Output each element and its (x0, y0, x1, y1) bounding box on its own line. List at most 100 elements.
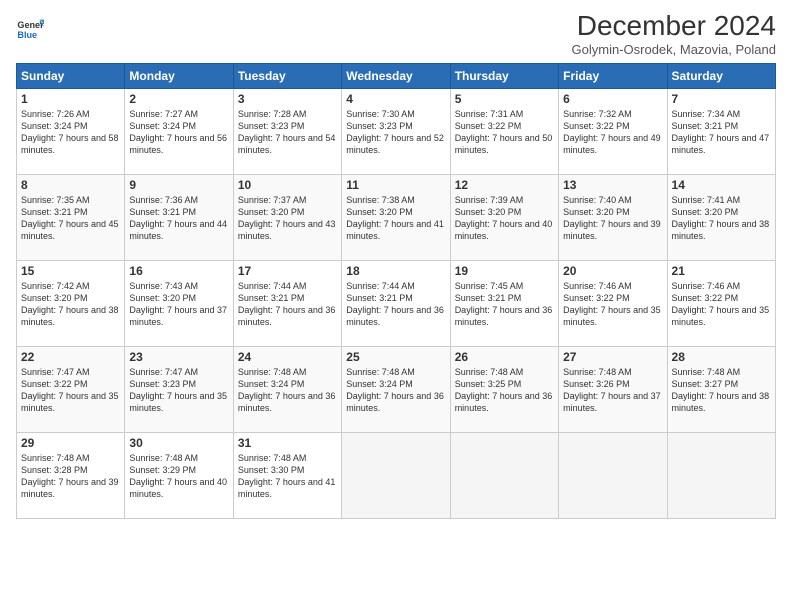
table-row: 14 Sunrise: 7:41 AMSunset: 3:20 PMDaylig… (667, 175, 775, 261)
day-number: 8 (21, 178, 120, 192)
cell-info: Sunrise: 7:40 AMSunset: 3:20 PMDaylight:… (563, 195, 661, 241)
cell-info: Sunrise: 7:46 AMSunset: 3:22 PMDaylight:… (563, 281, 661, 327)
table-row: 29 Sunrise: 7:48 AMSunset: 3:28 PMDaylig… (17, 433, 125, 519)
table-row: 11 Sunrise: 7:38 AMSunset: 3:20 PMDaylig… (342, 175, 450, 261)
calendar-week-1: 1 Sunrise: 7:26 AMSunset: 3:24 PMDayligh… (17, 89, 776, 175)
day-number: 6 (563, 92, 662, 106)
cell-info: Sunrise: 7:27 AMSunset: 3:24 PMDaylight:… (129, 109, 227, 155)
table-row: 9 Sunrise: 7:36 AMSunset: 3:21 PMDayligh… (125, 175, 233, 261)
calendar-week-3: 15 Sunrise: 7:42 AMSunset: 3:20 PMDaylig… (17, 261, 776, 347)
table-row: 4 Sunrise: 7:30 AMSunset: 3:23 PMDayligh… (342, 89, 450, 175)
day-number: 7 (672, 92, 771, 106)
cell-info: Sunrise: 7:45 AMSunset: 3:21 PMDaylight:… (455, 281, 553, 327)
col-friday: Friday (559, 64, 667, 89)
cell-info: Sunrise: 7:36 AMSunset: 3:21 PMDaylight:… (129, 195, 227, 241)
cell-info: Sunrise: 7:47 AMSunset: 3:23 PMDaylight:… (129, 367, 227, 413)
cell-info: Sunrise: 7:48 AMSunset: 3:24 PMDaylight:… (238, 367, 336, 413)
cell-info: Sunrise: 7:48 AMSunset: 3:25 PMDaylight:… (455, 367, 553, 413)
table-row: 24 Sunrise: 7:48 AMSunset: 3:24 PMDaylig… (233, 347, 341, 433)
day-number: 25 (346, 350, 445, 364)
cell-info: Sunrise: 7:44 AMSunset: 3:21 PMDaylight:… (346, 281, 444, 327)
logo-icon: General Blue (16, 14, 44, 42)
day-number: 5 (455, 92, 554, 106)
day-number: 23 (129, 350, 228, 364)
table-row: 20 Sunrise: 7:46 AMSunset: 3:22 PMDaylig… (559, 261, 667, 347)
day-number: 27 (563, 350, 662, 364)
day-number: 9 (129, 178, 228, 192)
cell-info: Sunrise: 7:42 AMSunset: 3:20 PMDaylight:… (21, 281, 119, 327)
subtitle: Golymin-Osrodek, Mazovia, Poland (572, 42, 776, 57)
day-number: 17 (238, 264, 337, 278)
day-number: 30 (129, 436, 228, 450)
day-number: 20 (563, 264, 662, 278)
table-row: 30 Sunrise: 7:48 AMSunset: 3:29 PMDaylig… (125, 433, 233, 519)
day-number: 10 (238, 178, 337, 192)
table-row: 15 Sunrise: 7:42 AMSunset: 3:20 PMDaylig… (17, 261, 125, 347)
day-number: 18 (346, 264, 445, 278)
col-wednesday: Wednesday (342, 64, 450, 89)
cell-info: Sunrise: 7:35 AMSunset: 3:21 PMDaylight:… (21, 195, 119, 241)
table-row: 21 Sunrise: 7:46 AMSunset: 3:22 PMDaylig… (667, 261, 775, 347)
table-row: 12 Sunrise: 7:39 AMSunset: 3:20 PMDaylig… (450, 175, 558, 261)
table-row: 28 Sunrise: 7:48 AMSunset: 3:27 PMDaylig… (667, 347, 775, 433)
day-number: 2 (129, 92, 228, 106)
cell-info: Sunrise: 7:31 AMSunset: 3:22 PMDaylight:… (455, 109, 553, 155)
cell-info: Sunrise: 7:48 AMSunset: 3:29 PMDaylight:… (129, 453, 227, 499)
table-row: 19 Sunrise: 7:45 AMSunset: 3:21 PMDaylig… (450, 261, 558, 347)
cell-info: Sunrise: 7:30 AMSunset: 3:23 PMDaylight:… (346, 109, 444, 155)
cell-info: Sunrise: 7:48 AMSunset: 3:24 PMDaylight:… (346, 367, 444, 413)
day-number: 13 (563, 178, 662, 192)
calendar-week-4: 22 Sunrise: 7:47 AMSunset: 3:22 PMDaylig… (17, 347, 776, 433)
day-number: 26 (455, 350, 554, 364)
cell-info: Sunrise: 7:38 AMSunset: 3:20 PMDaylight:… (346, 195, 444, 241)
day-number: 16 (129, 264, 228, 278)
table-row: 16 Sunrise: 7:43 AMSunset: 3:20 PMDaylig… (125, 261, 233, 347)
day-number: 19 (455, 264, 554, 278)
calendar: Sunday Monday Tuesday Wednesday Thursday… (16, 63, 776, 519)
table-row: 2 Sunrise: 7:27 AMSunset: 3:24 PMDayligh… (125, 89, 233, 175)
day-number: 22 (21, 350, 120, 364)
month-title: December 2024 (572, 10, 776, 42)
day-number: 14 (672, 178, 771, 192)
header: General Blue December 2024 Golymin-Osrod… (16, 10, 776, 57)
table-row: 17 Sunrise: 7:44 AMSunset: 3:21 PMDaylig… (233, 261, 341, 347)
svg-text:Blue: Blue (17, 30, 37, 40)
calendar-week-2: 8 Sunrise: 7:35 AMSunset: 3:21 PMDayligh… (17, 175, 776, 261)
table-row: 1 Sunrise: 7:26 AMSunset: 3:24 PMDayligh… (17, 89, 125, 175)
table-row (342, 433, 450, 519)
col-thursday: Thursday (450, 64, 558, 89)
cell-info: Sunrise: 7:32 AMSunset: 3:22 PMDaylight:… (563, 109, 661, 155)
cell-info: Sunrise: 7:34 AMSunset: 3:21 PMDaylight:… (672, 109, 770, 155)
day-number: 21 (672, 264, 771, 278)
day-number: 1 (21, 92, 120, 106)
cell-info: Sunrise: 7:48 AMSunset: 3:30 PMDaylight:… (238, 453, 336, 499)
table-row: 6 Sunrise: 7:32 AMSunset: 3:22 PMDayligh… (559, 89, 667, 175)
table-row: 13 Sunrise: 7:40 AMSunset: 3:20 PMDaylig… (559, 175, 667, 261)
table-row: 3 Sunrise: 7:28 AMSunset: 3:23 PMDayligh… (233, 89, 341, 175)
cell-info: Sunrise: 7:43 AMSunset: 3:20 PMDaylight:… (129, 281, 227, 327)
day-number: 29 (21, 436, 120, 450)
cell-info: Sunrise: 7:46 AMSunset: 3:22 PMDaylight:… (672, 281, 770, 327)
table-row: 23 Sunrise: 7:47 AMSunset: 3:23 PMDaylig… (125, 347, 233, 433)
col-monday: Monday (125, 64, 233, 89)
table-row: 27 Sunrise: 7:48 AMSunset: 3:26 PMDaylig… (559, 347, 667, 433)
day-number: 11 (346, 178, 445, 192)
cell-info: Sunrise: 7:48 AMSunset: 3:27 PMDaylight:… (672, 367, 770, 413)
cell-info: Sunrise: 7:39 AMSunset: 3:20 PMDaylight:… (455, 195, 553, 241)
cell-info: Sunrise: 7:44 AMSunset: 3:21 PMDaylight:… (238, 281, 336, 327)
table-row: 25 Sunrise: 7:48 AMSunset: 3:24 PMDaylig… (342, 347, 450, 433)
table-row: 26 Sunrise: 7:48 AMSunset: 3:25 PMDaylig… (450, 347, 558, 433)
day-number: 4 (346, 92, 445, 106)
table-row: 8 Sunrise: 7:35 AMSunset: 3:21 PMDayligh… (17, 175, 125, 261)
table-row: 5 Sunrise: 7:31 AMSunset: 3:22 PMDayligh… (450, 89, 558, 175)
table-row (559, 433, 667, 519)
day-number: 31 (238, 436, 337, 450)
col-tuesday: Tuesday (233, 64, 341, 89)
day-number: 15 (21, 264, 120, 278)
table-row (667, 433, 775, 519)
table-row: 7 Sunrise: 7:34 AMSunset: 3:21 PMDayligh… (667, 89, 775, 175)
day-number: 28 (672, 350, 771, 364)
cell-info: Sunrise: 7:48 AMSunset: 3:28 PMDaylight:… (21, 453, 119, 499)
page: General Blue December 2024 Golymin-Osrod… (0, 0, 792, 612)
table-row: 18 Sunrise: 7:44 AMSunset: 3:21 PMDaylig… (342, 261, 450, 347)
